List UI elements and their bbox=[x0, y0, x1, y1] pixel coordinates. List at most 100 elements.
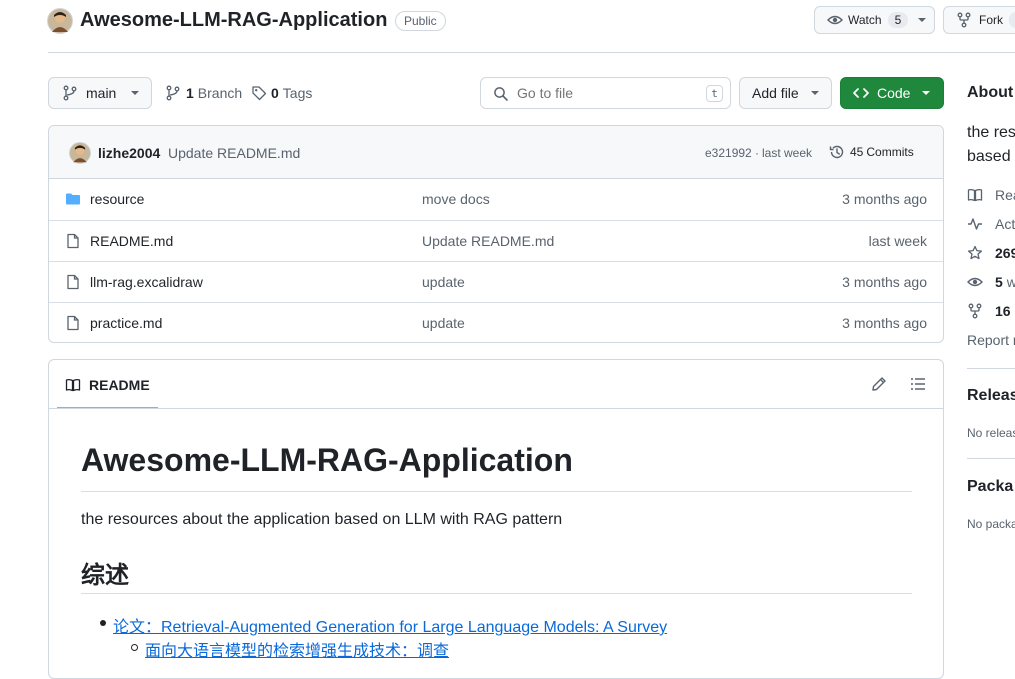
commits-history-link[interactable]: 45 Commits bbox=[829, 144, 914, 160]
watching-label: w bbox=[1006, 274, 1015, 290]
about-description-line: the res bbox=[967, 124, 1015, 141]
file-icon bbox=[65, 315, 81, 331]
chevron-down-icon bbox=[130, 88, 140, 98]
file-commit-message[interactable]: update bbox=[422, 315, 465, 331]
list-item-link[interactable]: 面向大语言模型的检索增强生成技术：调查 bbox=[145, 637, 449, 661]
file-commit-message[interactable]: Update README.md bbox=[422, 233, 554, 249]
file-icon bbox=[65, 233, 81, 249]
file-name[interactable]: README.md bbox=[90, 233, 173, 249]
commit-message[interactable]: Update README.md bbox=[168, 145, 300, 161]
file-name[interactable]: practice.md bbox=[90, 315, 162, 331]
table-row[interactable]: llm-rag.excalidraw update 3 months ago bbox=[49, 261, 943, 302]
file-age: 3 months ago bbox=[842, 315, 927, 331]
code-button[interactable]: Code bbox=[840, 77, 944, 109]
report-link[interactable]: Report r bbox=[967, 332, 1015, 348]
outline-list-icon[interactable] bbox=[910, 376, 926, 392]
releases-empty-text: No releas bbox=[967, 426, 1015, 440]
forks-count[interactable]: 16 bbox=[995, 303, 1011, 319]
git-branch-icon bbox=[165, 85, 181, 101]
commits-label: Commits bbox=[866, 145, 914, 159]
shortcut-key: t bbox=[706, 85, 723, 102]
readme-description: the resources about the application base… bbox=[81, 511, 563, 528]
file-age: 3 months ago bbox=[842, 191, 927, 207]
go-to-file-search[interactable]: t bbox=[480, 77, 731, 109]
branch-name: main bbox=[86, 85, 117, 101]
commit-hash[interactable]: e321992 bbox=[705, 146, 752, 160]
activity-link[interactable]: Act bbox=[995, 216, 1015, 232]
commit-author[interactable]: lizhe2004 bbox=[98, 145, 160, 161]
chevron-down-icon bbox=[917, 15, 927, 25]
chevron-down-icon bbox=[921, 88, 931, 98]
commits-count: 45 bbox=[850, 145, 864, 159]
bullet-hollow bbox=[131, 644, 138, 651]
fork-label: Fork bbox=[979, 13, 1003, 27]
repo-forked-icon bbox=[967, 303, 983, 319]
commit-separator: · bbox=[755, 146, 759, 160]
commit-time: last week bbox=[762, 146, 813, 160]
readme-link[interactable]: Rea bbox=[995, 187, 1015, 203]
file-commit-message[interactable]: move docs bbox=[422, 191, 490, 207]
file-age: last week bbox=[868, 233, 927, 249]
file-icon bbox=[65, 274, 81, 290]
file-table: lizhe2004 Update README.md e321992 · las… bbox=[48, 125, 944, 343]
file-name[interactable]: llm-rag.excalidraw bbox=[90, 274, 203, 290]
readme-title-underline bbox=[81, 491, 912, 492]
stars-count[interactable]: 269 bbox=[995, 245, 1015, 261]
about-description-line: based bbox=[967, 148, 1011, 165]
about-title: About bbox=[967, 84, 1014, 101]
git-branch-icon bbox=[62, 85, 78, 101]
header-divider bbox=[48, 52, 1015, 53]
history-icon bbox=[829, 144, 845, 160]
readme-title: Awesome-LLM-RAG-Application bbox=[81, 442, 573, 478]
branch-label: Branch bbox=[197, 85, 243, 101]
add-file-label: Add file bbox=[752, 85, 799, 101]
sidebar-divider bbox=[967, 368, 1015, 369]
branches-link[interactable]: 1 Branch bbox=[165, 85, 242, 101]
tag-icon bbox=[251, 85, 267, 101]
eye-icon bbox=[827, 12, 843, 28]
bullet bbox=[100, 620, 106, 626]
tag-label: Tags bbox=[282, 85, 313, 101]
packages-empty-text: No packa bbox=[967, 517, 1015, 531]
file-commit-message[interactable]: update bbox=[422, 274, 465, 290]
list-item-link[interactable]: 论文：Retrieval-Augmented Generation for La… bbox=[113, 613, 667, 637]
readme-header-divider bbox=[49, 408, 943, 409]
watch-button[interactable]: Watch 5 bbox=[814, 6, 935, 34]
readme-tab[interactable]: README bbox=[57, 360, 158, 409]
branch-count: 1 bbox=[186, 85, 194, 101]
pulse-icon bbox=[967, 216, 983, 232]
file-age: 3 months ago bbox=[842, 274, 927, 290]
folder-icon bbox=[65, 191, 81, 207]
sidebar-divider bbox=[967, 458, 1015, 459]
tag-count: 0 bbox=[271, 85, 279, 101]
pencil-icon[interactable] bbox=[871, 376, 887, 392]
add-file-button[interactable]: Add file bbox=[739, 77, 832, 109]
fork-button[interactable]: Fork bbox=[943, 6, 1015, 34]
repo-avatar[interactable] bbox=[47, 8, 73, 34]
watching-link[interactable]: 5 w bbox=[995, 274, 1015, 290]
search-icon bbox=[493, 86, 509, 102]
table-row[interactable]: practice.md update 3 months ago bbox=[49, 302, 943, 342]
watching-count: 5 bbox=[995, 274, 1003, 290]
author-avatar[interactable] bbox=[69, 142, 91, 164]
table-row[interactable]: resource move docs 3 months ago bbox=[49, 179, 943, 220]
repo-name[interactable]: Awesome-LLM-RAG-Application bbox=[80, 9, 387, 32]
book-icon bbox=[967, 187, 983, 203]
star-icon bbox=[967, 245, 983, 261]
section-heading: 综述 bbox=[81, 562, 129, 589]
fork-count bbox=[1009, 12, 1015, 28]
tags-link[interactable]: 0 Tags bbox=[251, 85, 312, 101]
watch-count: 5 bbox=[887, 12, 909, 28]
packages-title[interactable]: Packa bbox=[967, 478, 1013, 496]
readme-panel: README Awesome-LLM-RAG-Application the r… bbox=[48, 359, 944, 679]
visibility-badge: Public bbox=[395, 11, 446, 31]
go-to-file-input[interactable] bbox=[515, 83, 675, 103]
chevron-down-icon bbox=[810, 88, 820, 98]
table-row[interactable]: README.md Update README.md last week bbox=[49, 220, 943, 261]
file-name[interactable]: resource bbox=[90, 191, 144, 207]
section-heading-underline bbox=[81, 593, 912, 594]
branch-select-button[interactable]: main bbox=[48, 77, 152, 109]
book-icon bbox=[65, 377, 81, 393]
repo-forked-icon bbox=[956, 12, 972, 28]
releases-title[interactable]: Releas bbox=[967, 387, 1015, 405]
